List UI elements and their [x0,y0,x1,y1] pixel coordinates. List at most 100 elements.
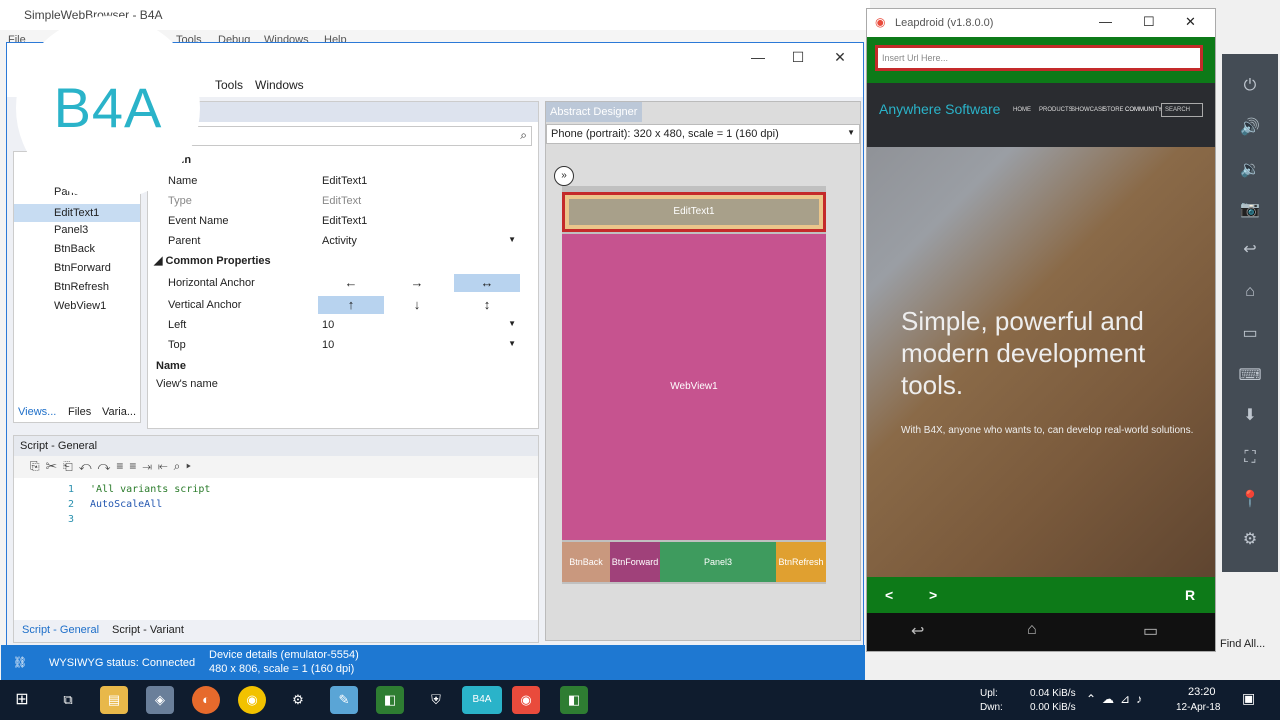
back-button[interactable]: < [885,587,893,603]
webview-preview[interactable]: WebView1 [562,234,826,540]
start-icon[interactable]: ⊞ [8,686,36,714]
volume-up-icon[interactable]: 🔊 [1236,114,1264,142]
tree-item-selected[interactable]: EditText1 [14,204,140,222]
notepad-icon[interactable]: ✎ [330,686,358,714]
property-row[interactable]: Parent Activity ▼ [162,232,520,252]
forward-button[interactable]: > [929,587,937,603]
task-view-icon[interactable]: ⧉ [54,686,82,714]
fullscreen-icon[interactable]: ⛶ [1236,444,1264,472]
app-icon[interactable]: ◈ [146,686,174,714]
clock-time: 23:20 [1188,686,1216,698]
install-icon[interactable]: ⬇ [1236,402,1264,430]
leapdroid-taskbar-icon[interactable]: ◉ [512,686,540,714]
android-recents-icon[interactable]: ▭ [1143,621,1158,641]
property-row[interactable]: Top 10 ▼ [162,336,520,356]
tab-views[interactable]: Views... [18,406,56,418]
anchor-both-horizontal-icon[interactable]: ↔ [454,274,520,292]
tab-variants[interactable]: Varia... [102,406,136,418]
firefox-icon[interactable]: ◐ [192,686,220,714]
location-icon[interactable]: 📍 [1236,486,1264,514]
recents-icon[interactable]: ▭ [1236,320,1264,348]
property-row[interactable]: Name EditText1 [162,172,520,192]
android-back-icon[interactable]: ↩ [911,621,924,641]
btnforward-preview[interactable]: BtnForward [610,542,660,582]
minimize-button[interactable]: — [743,49,773,67]
property-row[interactable]: Type EditText [162,192,520,212]
properties-search-input[interactable]: ⌕ [154,126,532,146]
site-brand[interactable]: Anywhere Software [879,101,1000,117]
close-button[interactable]: ✕ [1185,14,1196,30]
anchor-top-icon[interactable]: ↑ [318,296,384,314]
tray-icons[interactable]: ⌃☁⊿♪ [1086,692,1148,706]
panel3-preview[interactable]: Panel3 [660,542,776,582]
b4x-app-icon[interactable]: ◧ [560,686,588,714]
anchor-both-vertical-icon[interactable]: ↕ [454,296,520,314]
site-nav-showcase[interactable]: SHOWCASE [1071,107,1106,113]
device-select[interactable]: Phone (portrait): 320 x 480, scale = 1 (… [546,124,860,144]
property-value[interactable]: EditText1 [322,215,367,227]
maximize-button[interactable]: ☐ [1143,14,1155,30]
b4a-taskbar-icon[interactable]: B4A [462,686,502,714]
designer-tab[interactable]: Abstract Designer [546,102,642,122]
minimize-button[interactable]: — [1099,14,1112,29]
edittext-preview[interactable]: EditText1 [562,192,826,232]
anchor-right-icon[interactable]: → [384,274,450,292]
property-value[interactable]: EditText1 [322,175,367,187]
device-select-value: Phone (portrait): 320 x 480, scale = 1 (… [551,128,779,140]
camera-icon[interactable]: 📷 [1236,196,1264,224]
code-text[interactable]: AutoScaleAll [90,499,162,510]
chrome-icon[interactable]: ◉ [238,686,266,714]
site-nav-products[interactable]: PRODUCTS [1039,107,1073,113]
chevron-down-icon[interactable]: ▼ [508,235,516,244]
chevron-down-icon[interactable]: ▼ [508,319,516,328]
property-row[interactable]: Left 10 ▼ [162,316,520,336]
expand-icon[interactable]: » [554,166,574,186]
security-icon[interactable]: ⛨ [422,686,450,714]
menu-windows[interactable]: Windows [255,78,304,92]
site-search[interactable]: SEARCH [1161,103,1203,117]
refresh-button[interactable]: R [1185,587,1195,603]
settings-icon[interactable]: ⚙ [284,686,312,714]
maximize-button[interactable]: ☐ [783,49,813,67]
back-icon[interactable]: ↩ [1236,236,1264,264]
site-nav-home[interactable]: HOME [1013,107,1031,113]
btnrefresh-preview[interactable]: BtnRefresh [776,542,826,582]
settings-icon[interactable]: ⚙ [1236,526,1264,554]
emulator-window: ◉ Leapdroid (v1.8.0.0) — ☐ ✕ Insert Url … [866,8,1216,652]
url-input[interactable]: Insert Url Here... [875,45,1203,71]
power-icon[interactable]: ⏻ [1236,72,1264,100]
notification-icon[interactable]: ▣ [1242,690,1255,707]
property-value[interactable]: 10 [322,339,334,351]
b4x-app-icon[interactable]: ◧ [376,686,404,714]
close-button[interactable]: ✕ [825,49,855,67]
tree-item[interactable]: WebView1 [54,300,106,312]
webview-content[interactable]: Anywhere Software HOME PRODUCTS SHOWCASE… [867,83,1215,577]
site-nav-community[interactable]: COMMUNITY [1125,107,1162,113]
tree-item[interactable]: BtnRefresh [54,281,109,293]
btnback-preview[interactable]: BtnBack [562,542,610,582]
menu-tools[interactable]: Tools [215,78,243,92]
tab-script-general[interactable]: Script - General [22,624,99,636]
tree-item[interactable]: BtnForward [54,262,111,274]
tree-item[interactable]: Panel3 [54,224,88,236]
file-explorer-icon[interactable]: ▤ [100,686,128,714]
volume-down-icon[interactable]: 🔉 [1236,156,1264,184]
collapse-icon[interactable]: ◢ [154,255,166,267]
property-value[interactable]: Activity [322,235,357,247]
property-value[interactable]: 10 [322,319,334,331]
properties-header [148,102,538,122]
anchor-bottom-icon[interactable]: ↓ [384,296,450,314]
tree-item[interactable]: BtnBack [54,243,95,255]
code-text[interactable]: 'All variants script [90,484,210,495]
home-icon[interactable]: ⌂ [1236,278,1264,306]
find-all-link[interactable]: Find All... [1220,638,1265,650]
anchor-left-icon[interactable]: ← [318,274,384,292]
tab-files[interactable]: Files [68,406,91,418]
property-row[interactable]: Event Name EditText1 [162,212,520,232]
site-nav-store[interactable]: STORE [1103,107,1124,113]
android-home-icon[interactable]: ⌂ [1027,621,1037,639]
tab-script-variant[interactable]: Script - Variant [112,624,184,636]
chevron-down-icon[interactable]: ▼ [508,339,516,348]
toolbar-icons[interactable]: ⎘✂⎗↶↷≡≡⇥⇤⌕▸ [30,459,197,474]
keyboard-icon[interactable]: ⌨ [1236,362,1264,390]
